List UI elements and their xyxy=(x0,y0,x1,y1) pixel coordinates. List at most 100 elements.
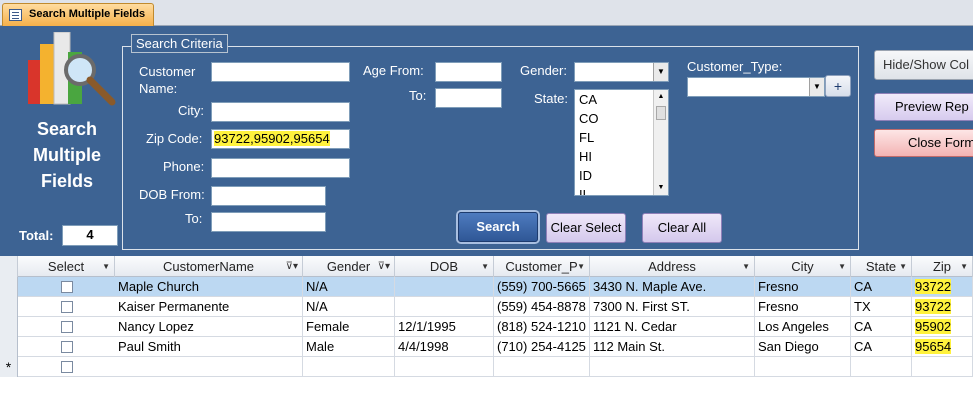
column-header-city[interactable]: City ▼ xyxy=(755,256,851,277)
select-checkbox[interactable] xyxy=(61,321,73,333)
sort-dropdown-icon[interactable]: ▼ xyxy=(899,256,907,277)
clear-all-button[interactable]: Clear All xyxy=(642,213,722,243)
column-header-customername[interactable]: CustomerName ⊽▾ xyxy=(115,256,303,277)
dob-cell[interactable] xyxy=(395,357,494,377)
city-cell[interactable] xyxy=(755,357,851,377)
zip-cell[interactable]: 93722 xyxy=(912,277,973,297)
customer-name-cell[interactable]: Paul Smith xyxy=(115,337,303,357)
zip-cell[interactable] xyxy=(912,357,973,377)
sort-dropdown-icon[interactable]: ▼ xyxy=(102,256,110,277)
zip-cell[interactable]: 95902 xyxy=(912,317,973,337)
sort-dropdown-icon[interactable]: ▼ xyxy=(742,256,750,277)
table-row[interactable]: Nancy Lopez Female 12/1/1995 (818) 524-1… xyxy=(0,317,973,337)
scroll-down-icon[interactable]: ▼ xyxy=(654,181,668,195)
city-field[interactable] xyxy=(211,102,350,122)
search-button[interactable]: Search xyxy=(458,212,538,242)
state-cell[interactable] xyxy=(851,357,912,377)
phone-cell[interactable]: (559) 700-5665 xyxy=(494,277,590,297)
city-cell[interactable]: Fresno xyxy=(755,277,851,297)
hide-show-columns-button[interactable]: Hide/Show Col xyxy=(874,50,973,80)
gender-cell[interactable]: Male xyxy=(303,337,395,357)
zip-cell[interactable]: 95654 xyxy=(912,337,973,357)
scrollbar-thumb[interactable] xyxy=(656,106,666,120)
table-row[interactable]: Kaiser Permanente N/A (559) 454-8878 730… xyxy=(0,297,973,317)
select-checkbox[interactable] xyxy=(61,281,73,293)
column-header-address[interactable]: Address ▼ xyxy=(590,256,755,277)
zip-code-field[interactable]: 93722,95902,95654 xyxy=(211,129,350,149)
filter-icon[interactable]: ⊽▾ xyxy=(286,256,298,277)
column-header-zip[interactable]: Zip ▼ xyxy=(912,256,973,277)
age-to-field[interactable] xyxy=(435,88,502,108)
select-all-corner[interactable] xyxy=(0,256,18,277)
clear-select-button[interactable]: Clear Select xyxy=(546,213,626,243)
record-selector[interactable] xyxy=(0,297,18,317)
close-form-button[interactable]: Close Form xyxy=(874,129,973,157)
address-cell[interactable]: 1121 N. Cedar xyxy=(590,317,755,337)
dob-cell[interactable] xyxy=(395,297,494,317)
new-record-marker[interactable]: * xyxy=(0,357,18,377)
customer-name-field[interactable] xyxy=(211,62,350,82)
preview-report-button[interactable]: Preview Rep xyxy=(874,93,973,121)
table-row[interactable]: Maple Church N/A (559) 700-5665 3430 N. … xyxy=(0,277,973,297)
state-listbox[interactable]: CA CO FL HI ID IL ▲ ▼ xyxy=(574,89,669,196)
phone-cell[interactable]: (559) 454-8878 xyxy=(494,297,590,317)
record-selector[interactable] xyxy=(0,337,18,357)
customer-name-cell[interactable] xyxy=(115,357,303,377)
gender-cell[interactable]: Female xyxy=(303,317,395,337)
table-row[interactable]: Paul Smith Male 4/4/1998 (710) 254-4125 … xyxy=(0,337,973,357)
gender-combo[interactable]: ▼ xyxy=(574,62,669,82)
customer-type-combo[interactable]: ▼ xyxy=(687,77,825,97)
sort-dropdown-icon[interactable]: ▼ xyxy=(577,256,585,277)
city-cell[interactable]: Los Angeles xyxy=(755,317,851,337)
customer-name-cell[interactable]: Nancy Lopez xyxy=(115,317,303,337)
phone-field[interactable] xyxy=(211,158,350,178)
sort-dropdown-icon[interactable]: ▼ xyxy=(838,256,846,277)
customer-name-cell[interactable]: Maple Church xyxy=(115,277,303,297)
column-header-dob[interactable]: DOB ▼ xyxy=(395,256,494,277)
customer-name-cell[interactable]: Kaiser Permanente xyxy=(115,297,303,317)
column-header-select[interactable]: Select ▼ xyxy=(18,256,115,277)
chevron-down-icon[interactable]: ▼ xyxy=(653,63,668,81)
state-cell[interactable]: TX xyxy=(851,297,912,317)
address-cell[interactable] xyxy=(590,357,755,377)
phone-cell[interactable]: (710) 254-4125 xyxy=(494,337,590,357)
sort-dropdown-icon[interactable]: ▼ xyxy=(960,256,968,277)
gender-cell[interactable]: N/A xyxy=(303,277,395,297)
record-selector[interactable] xyxy=(0,277,18,297)
zip-cell[interactable]: 93722 xyxy=(912,297,973,317)
select-checkbox[interactable] xyxy=(61,361,73,373)
new-record-row[interactable]: * xyxy=(0,357,973,377)
phone-cell[interactable] xyxy=(494,357,590,377)
chevron-down-icon[interactable]: ▼ xyxy=(809,78,824,96)
select-checkbox[interactable] xyxy=(61,301,73,313)
state-cell[interactable]: CA xyxy=(851,317,912,337)
state-list-scrollbar[interactable]: ▲ ▼ xyxy=(653,90,668,195)
phone-cell[interactable]: (818) 524-1210 xyxy=(494,317,590,337)
add-customer-type-button[interactable]: + xyxy=(825,75,851,97)
scroll-up-icon[interactable]: ▲ xyxy=(654,90,668,104)
address-cell[interactable]: 112 Main St. xyxy=(590,337,755,357)
column-header-gender[interactable]: Gender ⊽▾ xyxy=(303,256,395,277)
column-header-customer-phone[interactable]: Customer_P ▼ xyxy=(494,256,590,277)
city-cell[interactable]: San Diego xyxy=(755,337,851,357)
address-cell[interactable]: 3430 N. Maple Ave. xyxy=(590,277,755,297)
gender-cell[interactable] xyxy=(303,357,395,377)
age-from-field[interactable] xyxy=(435,62,502,82)
record-selector[interactable] xyxy=(0,317,18,337)
dob-cell[interactable] xyxy=(395,277,494,297)
column-header-state[interactable]: State ▼ xyxy=(851,256,912,277)
gender-cell[interactable]: N/A xyxy=(303,297,395,317)
filter-icon[interactable]: ⊽▾ xyxy=(378,256,390,277)
state-cell[interactable]: CA xyxy=(851,277,912,297)
dob-to-field[interactable] xyxy=(211,212,326,232)
state-cell[interactable]: CA xyxy=(851,337,912,357)
select-checkbox[interactable] xyxy=(61,341,73,353)
address-cell[interactable]: 7300 N. First ST. xyxy=(590,297,755,317)
dob-cell[interactable]: 12/1/1995 xyxy=(395,317,494,337)
column-header-label: CustomerName xyxy=(162,259,255,274)
document-tab[interactable]: Search Multiple Fields xyxy=(2,3,154,26)
dob-cell[interactable]: 4/4/1998 xyxy=(395,337,494,357)
city-cell[interactable]: Fresno xyxy=(755,297,851,317)
dob-from-field[interactable] xyxy=(211,186,326,206)
sort-dropdown-icon[interactable]: ▼ xyxy=(481,256,489,277)
